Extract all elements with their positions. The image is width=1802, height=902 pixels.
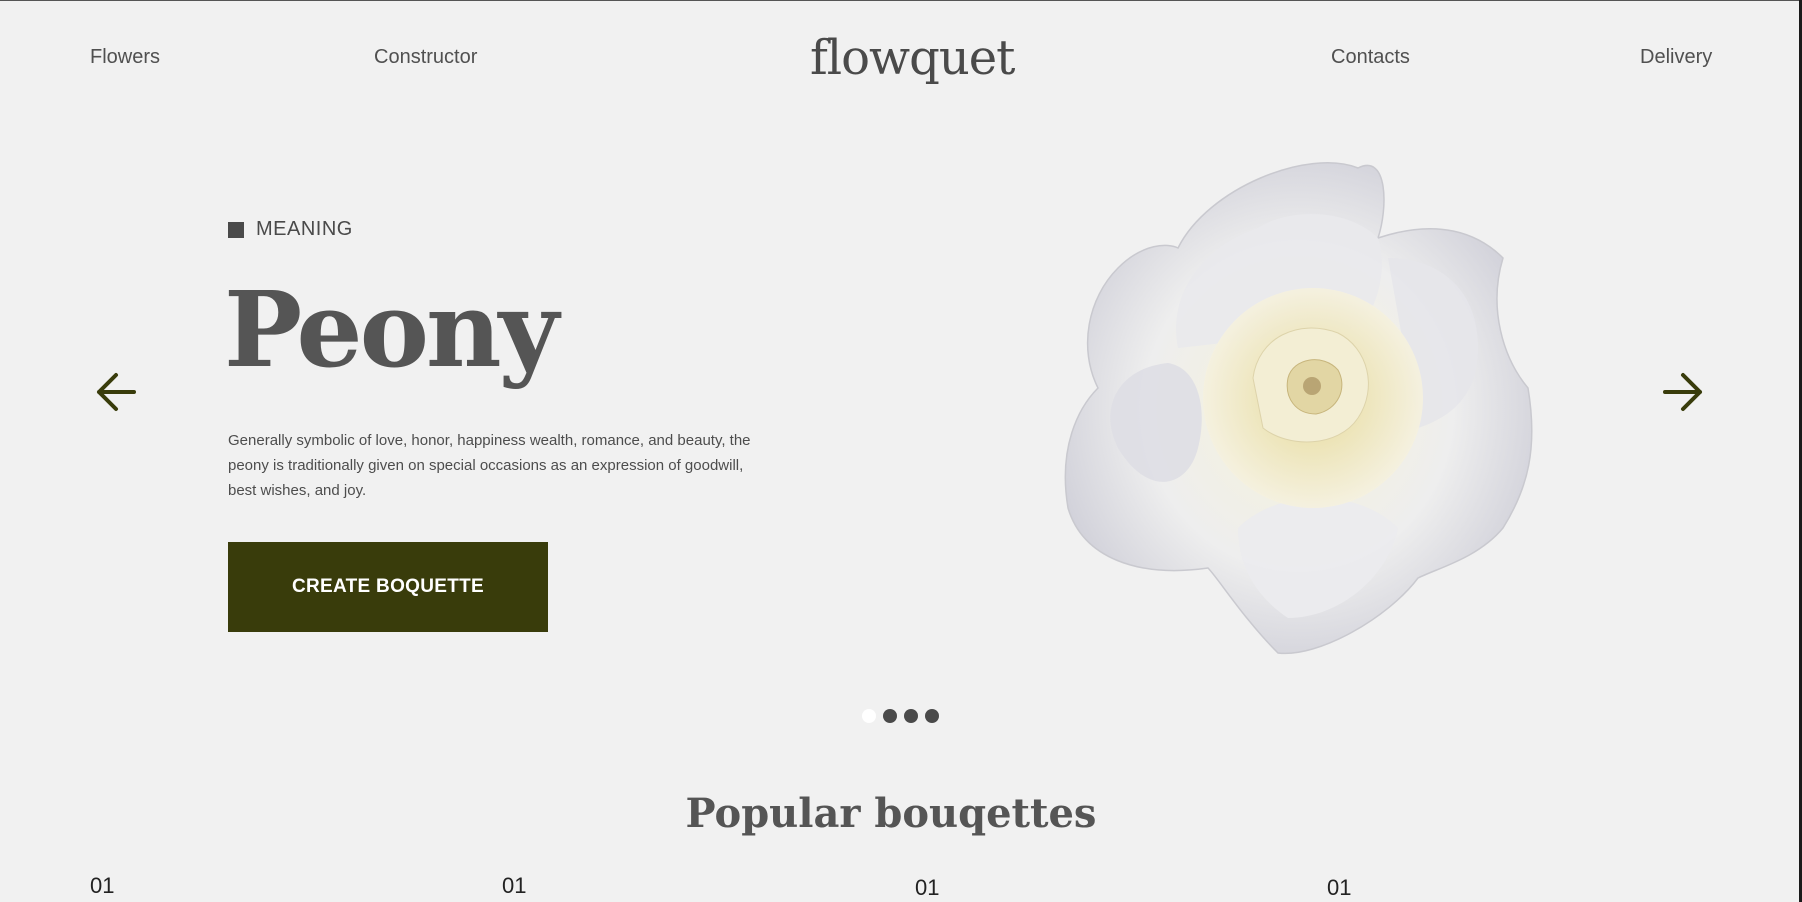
create-bouquet-button[interactable]: CREATE BOQUETTE (228, 542, 548, 632)
eyebrow-label: MEANING (256, 218, 353, 240)
carousel-dot[interactable] (883, 709, 897, 723)
eyebrow: MEANING (228, 218, 353, 241)
section-title: Popular bouqettes (685, 790, 1097, 837)
hero-title: Peony (224, 268, 559, 391)
square-icon (228, 221, 244, 238)
card-number: 01 (915, 875, 940, 900)
carousel-dots (862, 709, 939, 723)
arrow-left-icon[interactable] (94, 370, 138, 414)
carousel-dot[interactable] (862, 709, 876, 723)
nav-link-flowers[interactable]: Flowers (90, 46, 160, 69)
nav-link-delivery[interactable]: Delivery (1640, 46, 1712, 69)
arrow-right-icon[interactable] (1661, 370, 1705, 414)
hero-description: Generally symbolic of love, honor, happi… (228, 432, 751, 499)
card-number: 01 (502, 873, 527, 898)
nav-link-contacts[interactable]: Contacts (1331, 46, 1410, 69)
card-number: 01 (1327, 875, 1352, 900)
flower-image (1058, 148, 1558, 668)
carousel-dot[interactable] (904, 709, 918, 723)
logo[interactable]: flowquet (810, 30, 1015, 86)
carousel-dot[interactable] (925, 709, 939, 723)
top-border (0, 0, 1802, 1)
nav-link-constructor[interactable]: Constructor (374, 46, 477, 69)
card-number: 01 (90, 873, 115, 898)
